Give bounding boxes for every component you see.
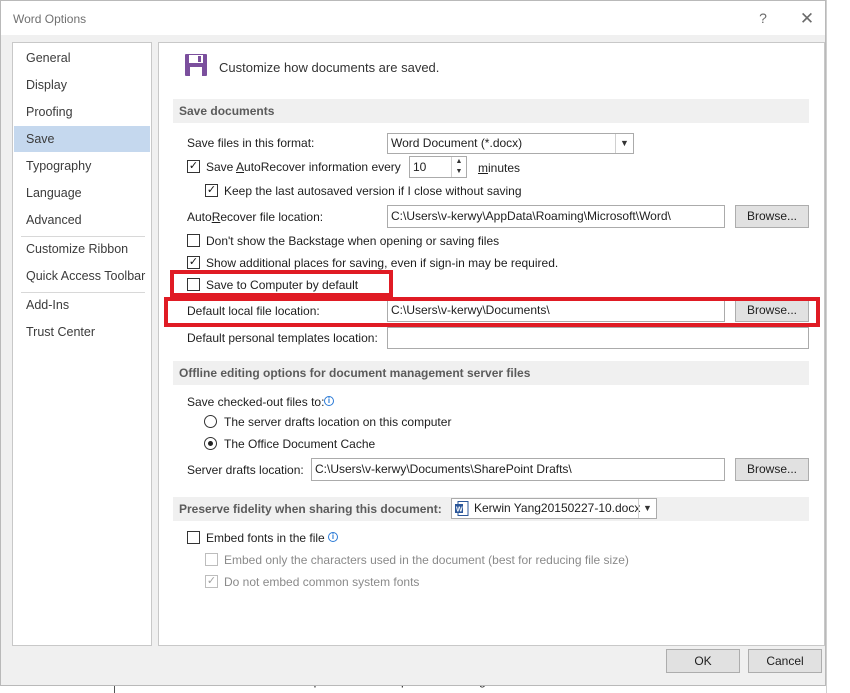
annotation-box-default-local-location xyxy=(164,297,820,327)
minutes-label: minutes xyxy=(478,161,521,175)
autorecover-minutes-spinner[interactable]: 10 ▲ ▼ xyxy=(409,156,467,178)
default-personal-templates-input[interactable] xyxy=(387,327,809,349)
nav-item-add-ins[interactable]: Add-Ins xyxy=(14,292,150,318)
autorecover-location-input[interactable]: C:\Users\v-kerwy\AppData\Roaming\Microso… xyxy=(387,205,725,228)
embed-fonts-label: Embed fonts in the file xyxy=(206,531,325,545)
server-drafts-location-label: Server drafts location: xyxy=(187,463,304,477)
autorecover-checkbox[interactable]: ✓ xyxy=(187,160,200,173)
nav-item-general[interactable]: General xyxy=(14,45,150,71)
nav-item-typography[interactable]: Typography xyxy=(14,153,150,179)
close-button[interactable]: ✕ xyxy=(795,9,819,29)
format-label: Save files in this format: xyxy=(187,136,315,150)
autorecover-location-label: AutoRecover file location: xyxy=(187,210,324,224)
chevron-down-icon: ▼ xyxy=(615,134,633,153)
help-button[interactable]: ? xyxy=(753,10,773,28)
radio-server-drafts[interactable] xyxy=(204,415,217,428)
fidelity-document-dropdown[interactable]: W Kerwin Yang20150227-10.docx ▼ xyxy=(451,498,657,519)
do-not-embed-system-fonts-label: Do not embed common system fonts xyxy=(224,575,420,589)
info-icon: i xyxy=(328,532,338,542)
section-save-documents: Save documents xyxy=(173,99,809,123)
keep-last-label: Keep the last autosaved version if I clo… xyxy=(224,184,522,198)
nav-item-advanced[interactable]: Advanced xyxy=(14,207,150,233)
fidelity-document-value: Kerwin Yang20150227-10.docx xyxy=(474,501,641,515)
nav-item-save[interactable]: Save xyxy=(14,126,150,152)
checked-out-label: Save checked-out files to: xyxy=(187,395,325,409)
section-offline-editing: Offline editing options for document man… xyxy=(173,361,809,385)
radio-server-drafts-label: The server drafts location on this compu… xyxy=(224,415,452,429)
ok-button[interactable]: OK xyxy=(666,649,740,673)
default-personal-templates-label: Default personal templates location: xyxy=(187,331,378,345)
header-text: Customize how documents are saved. xyxy=(219,60,440,75)
dont-show-backstage-checkbox[interactable] xyxy=(187,234,200,247)
autorecover-browse-button[interactable]: Browse... xyxy=(735,205,809,228)
word-options-dialog: Word Options ? ✕ General Display Proofin… xyxy=(0,0,826,686)
svg-text:W: W xyxy=(456,507,463,514)
background-document-edge xyxy=(826,0,850,693)
nav-item-display[interactable]: Display xyxy=(14,72,150,98)
server-drafts-location-input[interactable]: C:\Users\v-kerwy\Documents\SharePoint Dr… xyxy=(311,458,725,481)
cancel-button[interactable]: Cancel xyxy=(748,649,822,673)
spin-up-icon[interactable]: ▲ xyxy=(451,157,466,167)
dialog-title: Word Options xyxy=(13,12,87,26)
nav-item-quick-access-toolbar[interactable]: Quick Access Toolbar xyxy=(14,263,150,289)
nav-item-proofing[interactable]: Proofing xyxy=(14,99,150,125)
embed-fonts-checkbox[interactable] xyxy=(187,531,200,544)
radio-office-document-cache-label: The Office Document Cache xyxy=(224,437,376,451)
keep-last-checkbox[interactable]: ✓ xyxy=(205,184,218,197)
nav-item-language[interactable]: Language xyxy=(14,180,150,206)
save-options-panel: Customize how documents are saved. Save … xyxy=(158,42,825,646)
nav-item-trust-center[interactable]: Trust Center xyxy=(14,319,150,345)
annotation-box-save-to-computer xyxy=(170,270,393,297)
radio-office-document-cache[interactable] xyxy=(204,437,217,450)
format-dropdown[interactable]: Word Document (*.docx) ▼ xyxy=(387,133,634,154)
spin-down-icon[interactable]: ▼ xyxy=(451,167,466,177)
nav-item-customize-ribbon[interactable]: Customize Ribbon xyxy=(14,236,150,262)
word-document-icon: W xyxy=(455,501,469,516)
chevron-down-icon: ▼ xyxy=(638,499,656,518)
embed-only-used-checkbox[interactable] xyxy=(205,553,218,566)
info-icon: i xyxy=(324,396,334,406)
dont-show-backstage-label: Don't show the Backstage when opening or… xyxy=(206,234,500,248)
do-not-embed-system-fonts-checkbox[interactable]: ✓ xyxy=(205,575,218,588)
options-nav: General Display Proofing Save Typography… xyxy=(12,42,152,646)
server-drafts-browse-button[interactable]: Browse... xyxy=(735,458,809,481)
show-additional-places-label: Show additional places for saving, even … xyxy=(206,256,559,270)
floppy-disk-icon xyxy=(185,54,207,76)
format-value: Word Document (*.docx) xyxy=(391,136,523,150)
embed-only-used-label: Embed only the characters used in the do… xyxy=(224,553,629,567)
autorecover-label: Save AutoRecover information every xyxy=(206,160,401,174)
title-bar: Word Options ? ✕ xyxy=(1,1,825,35)
show-additional-places-checkbox[interactable]: ✓ xyxy=(187,256,200,269)
autorecover-minutes-value: 10 xyxy=(413,160,427,174)
